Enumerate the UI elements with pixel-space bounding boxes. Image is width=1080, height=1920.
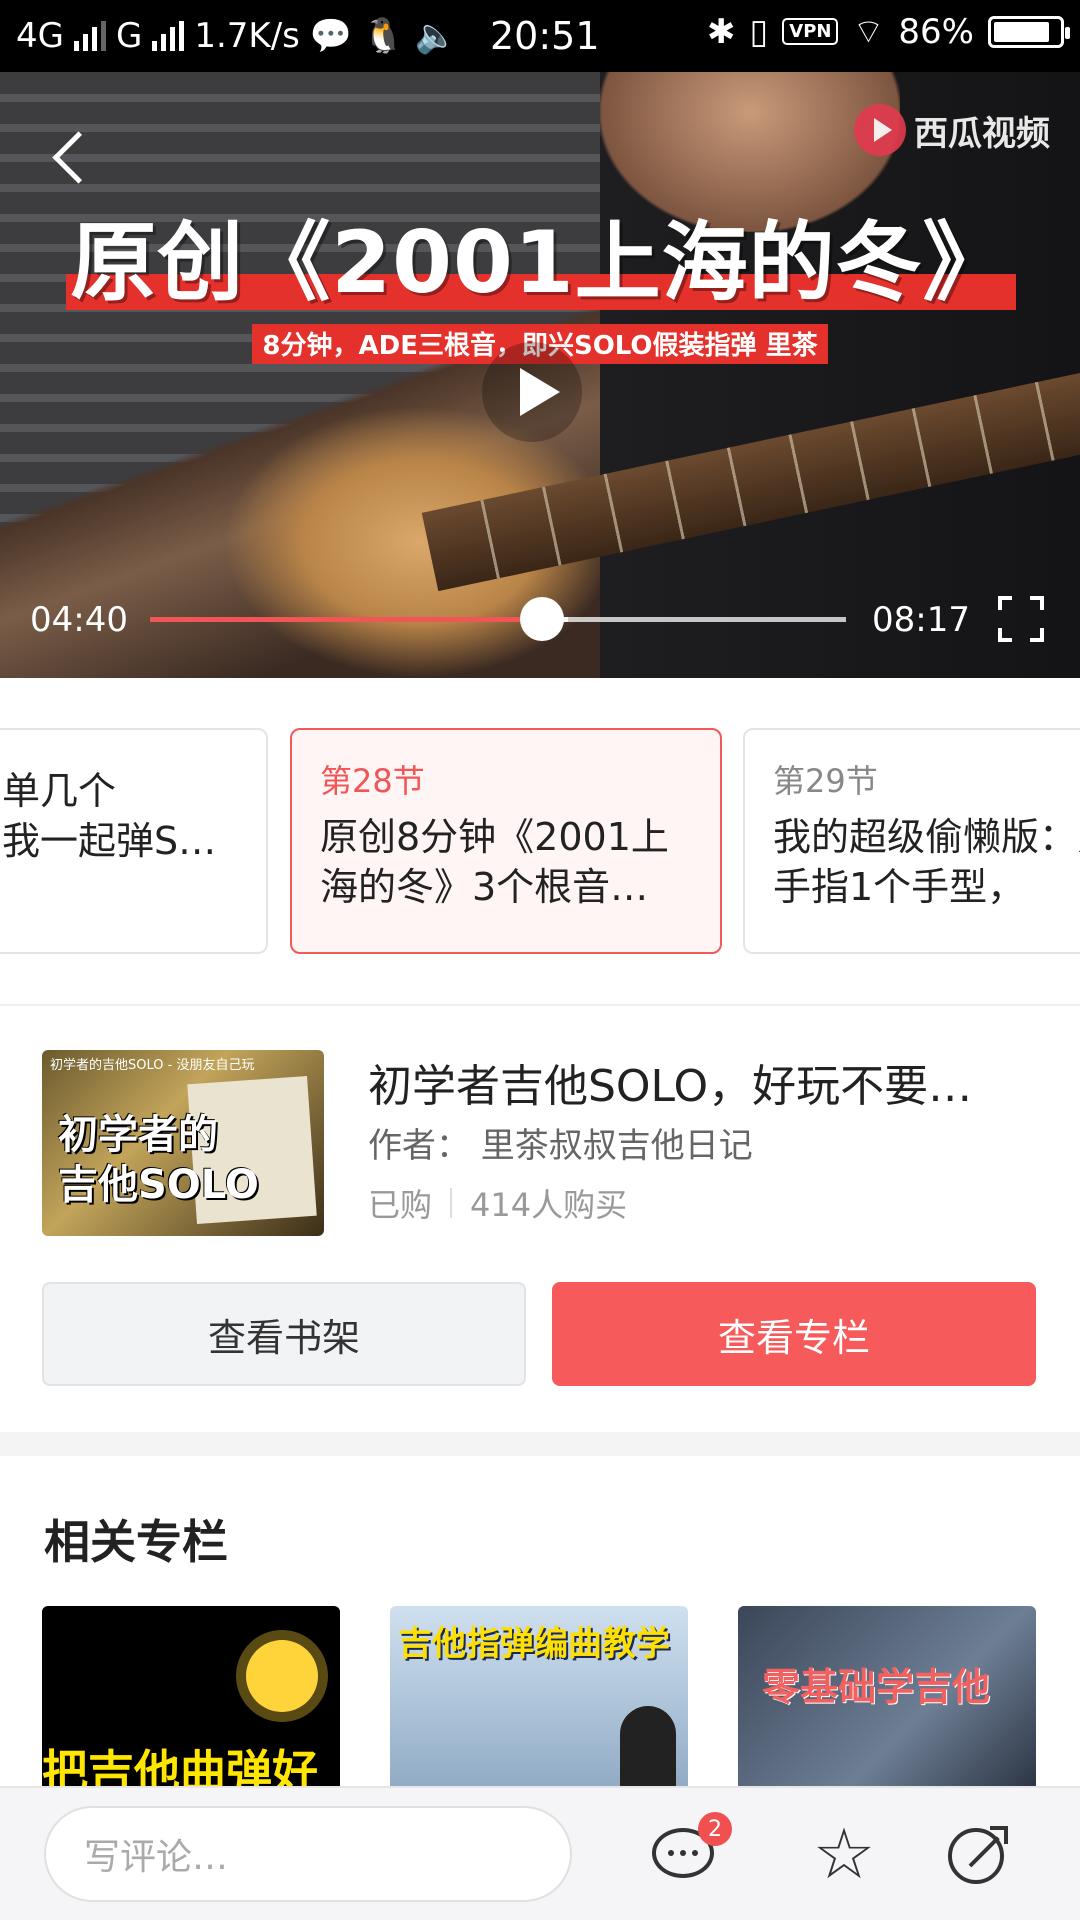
purchase-status: 已购: [368, 1186, 433, 1224]
cover-person: [620, 1706, 676, 1796]
column-title[interactable]: 初学者吉他SOLO，好玩不要…: [368, 1050, 1008, 1114]
progress-track[interactable]: [150, 617, 846, 622]
bottom-bar: 写评论… 2 ☆: [0, 1786, 1080, 1920]
related-cover-text: 零基础学吉他: [762, 1665, 991, 1709]
episode-card[interactable]: 第29节 我的超级偷懒版：只手指1个手型，: [743, 728, 1080, 954]
favorite-star-icon[interactable]: ☆: [808, 1818, 880, 1890]
episode-title: 我的超级偷懒版：只手指1个手型，: [773, 815, 1080, 909]
comment-icon[interactable]: 2: [648, 1812, 732, 1890]
view-bookshelf-button[interactable]: 查看书架: [42, 1282, 526, 1386]
video-player[interactable]: 西瓜视频 原创《2001上海的冬》 8分钟，ADE三根音，即兴SOLO假装指弹 …: [0, 72, 1080, 678]
signal-icon-2: [152, 21, 185, 51]
related-column-card[interactable]: 零基础学吉他: [738, 1606, 1036, 1796]
episode-title: 单几个 我一起弹S…: [2, 769, 217, 863]
related-column-card[interactable]: 把吉他曲弹好: [42, 1606, 340, 1796]
comment-count-badge: 2: [698, 1812, 732, 1846]
vibrate-icon: ▯: [749, 11, 769, 52]
bluetooth-icon: ✱: [707, 11, 736, 52]
wifi-icon: ⌔: [852, 12, 885, 52]
column-author: 作者： 里茶叔叔吉他日记: [368, 1126, 753, 1166]
episode-title: 原创8分钟《2001上海的冬》3个根音…: [320, 815, 669, 909]
sun-icon: [246, 1640, 318, 1712]
back-button[interactable]: [46, 127, 106, 187]
share-icon[interactable]: [944, 1818, 1016, 1890]
network-speed: 1.7K/s: [194, 16, 300, 56]
cover-caption: 初学者的吉他SOLO - 没朋友自己玩: [50, 1058, 255, 1073]
episode-list[interactable]: 单几个 我一起弹S… 第28节 原创8分钟《2001上海的冬》3个根音… 第29…: [0, 678, 1080, 1004]
current-time: 04:40: [30, 600, 128, 640]
view-column-button[interactable]: 查看专栏: [552, 1282, 1036, 1386]
video-title: 原创《2001上海的冬》: [70, 213, 1010, 313]
meta-separator: [450, 1188, 453, 1218]
xigua-logo-icon: [854, 104, 906, 156]
episode-card[interactable]: 单几个 我一起弹S…: [0, 728, 268, 954]
signal-icon: [73, 21, 106, 51]
buyer-count: 414人购买: [470, 1186, 628, 1224]
network-type-label: 4G: [16, 16, 64, 56]
fullscreen-icon[interactable]: [998, 596, 1044, 642]
episode-number: 第28节: [320, 762, 425, 800]
clock: 20:51: [490, 14, 600, 58]
qq-icon: 🐧: [362, 16, 405, 56]
comment-input[interactable]: 写评论…: [44, 1806, 572, 1902]
brand-watermark: 西瓜视频: [854, 104, 1050, 156]
status-bar: 4G G 1.7K/s 💬 🐧 🔈 20:51 ✱ ▯ VPN ⌔ 86%: [0, 0, 1080, 72]
brand-name: 西瓜视频: [914, 113, 1050, 154]
column-meta: 已购 414人购买: [368, 1180, 627, 1226]
play-button[interactable]: [482, 342, 582, 442]
progress-thumb[interactable]: [519, 597, 564, 641]
vpn-icon: VPN: [782, 18, 839, 45]
wechat-icon: 💬: [309, 16, 353, 56]
section-gap: [0, 1432, 1080, 1456]
cover-text: 初学者的 吉他SOLO: [58, 1112, 259, 1208]
section-divider: [0, 1004, 1080, 1006]
played-bar: [150, 617, 542, 622]
column-cover[interactable]: 初学者的吉他SOLO - 没朋友自己玩 初学者的 吉他SOLO: [42, 1050, 324, 1236]
network-type-label-2: G: [115, 16, 143, 56]
episode-number: 第29节: [773, 762, 878, 800]
volume-icon: 🔈: [414, 16, 457, 56]
battery-percent: 86%: [898, 11, 974, 52]
related-column-card[interactable]: 吉他指弹编曲教学: [390, 1606, 688, 1796]
related-cover-text: 吉他指弹编曲教学: [398, 1624, 670, 1664]
episode-card-active[interactable]: 第28节 原创8分钟《2001上海的冬》3个根音…: [290, 728, 722, 954]
total-time: 08:17: [872, 600, 970, 640]
battery-icon: [988, 15, 1070, 48]
related-heading: 相关专栏: [44, 1515, 228, 1569]
